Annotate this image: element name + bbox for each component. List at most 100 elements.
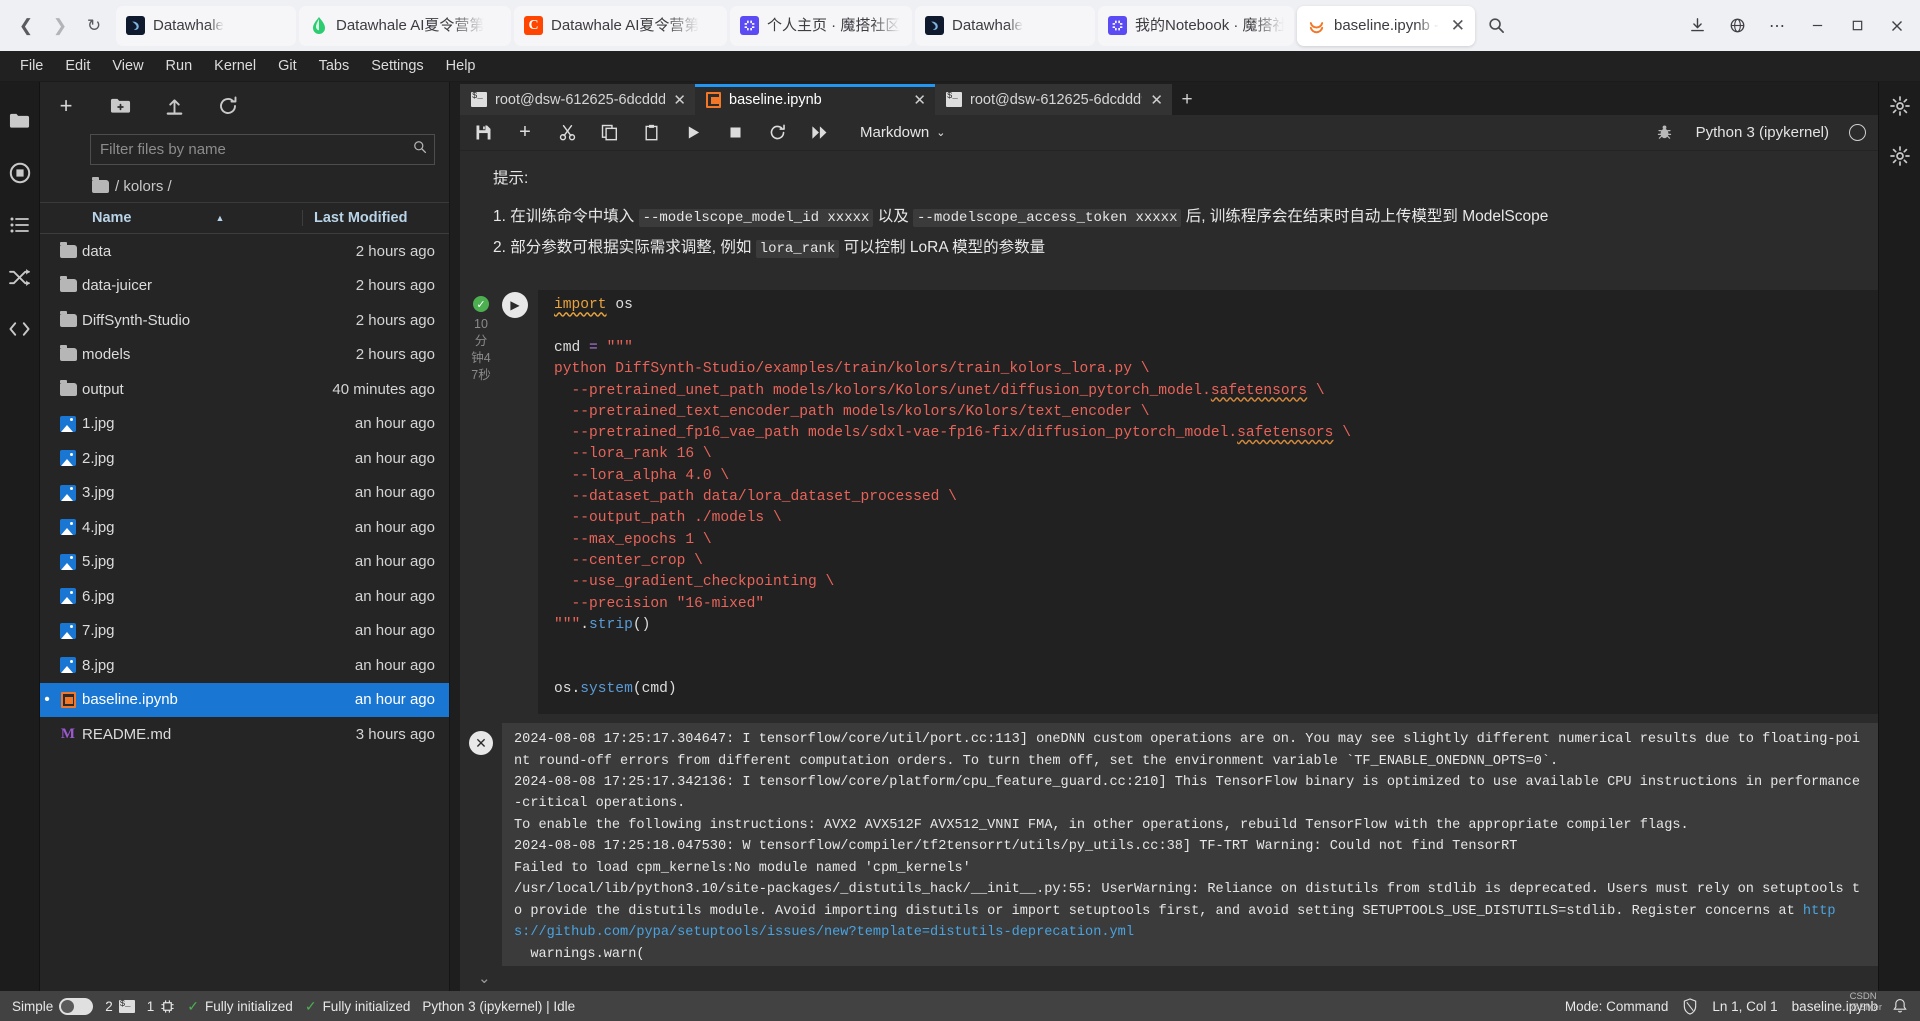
- menu-kernel[interactable]: Kernel: [204, 54, 266, 78]
- globe-icon[interactable]: [1718, 7, 1756, 45]
- file-row-data[interactable]: data 2 hours ago: [40, 234, 449, 269]
- file-row-models[interactable]: models 2 hours ago: [40, 338, 449, 373]
- dock-tab-terminal-2[interactable]: root@dsw-612625-6dcddd9l ✕: [935, 84, 1172, 115]
- file-browser-toolbar: +: [40, 82, 449, 130]
- code-cell[interactable]: ✓ 10 分 钟4 7秒 ▶ import os cmd = """ pytho…: [460, 290, 1878, 715]
- chevron-down-icon[interactable]: ⌄: [478, 969, 491, 987]
- close-tab-icon[interactable]: ✕: [1150, 91, 1163, 109]
- terminal-count[interactable]: 2: [105, 999, 135, 1014]
- browser-tab-2[interactable]: Datawhale AI夏令营第: [299, 5, 511, 46]
- code-editor[interactable]: import os cmd = """ python DiffSynth-Stu…: [538, 290, 1878, 715]
- markdown-cell[interactable]: 提示: 在训练命令中填入 --modelscope_model_id xxxxx…: [460, 151, 1878, 277]
- toggle-switch-icon[interactable]: [59, 997, 94, 1015]
- menu-file[interactable]: File: [10, 54, 53, 78]
- menu-help[interactable]: Help: [436, 54, 486, 78]
- run-this-cell-button[interactable]: ▶: [502, 292, 528, 319]
- maximize-icon[interactable]: [1838, 7, 1876, 45]
- property-inspector-icon[interactable]: [1886, 92, 1914, 120]
- close-tab-icon[interactable]: ✕: [673, 91, 686, 109]
- simple-mode-toggle[interactable]: Simple: [12, 997, 94, 1015]
- ellipsis-icon[interactable]: ⋯: [1758, 7, 1796, 45]
- restart-and-run-all-button[interactable]: [808, 122, 830, 144]
- back-icon[interactable]: ❮: [10, 10, 42, 42]
- folder-icon: [59, 241, 77, 258]
- file-row-8jpg[interactable]: 8.jpg an hour ago: [40, 648, 449, 683]
- copy-cell-button[interactable]: [598, 122, 620, 144]
- file-row-5jpg[interactable]: 5.jpg an hour ago: [40, 545, 449, 580]
- interrupt-kernel-button[interactable]: [724, 122, 746, 144]
- code-snippets-icon[interactable]: [5, 314, 35, 344]
- restart-kernel-button[interactable]: [766, 122, 788, 144]
- close-icon[interactable]: [1878, 7, 1916, 45]
- git-status-1[interactable]: ✓ Fully initialized: [187, 998, 293, 1015]
- file-row-7jpg[interactable]: 7.jpg an hour ago: [40, 614, 449, 649]
- reload-icon[interactable]: ↻: [78, 10, 110, 42]
- extension-manager-icon[interactable]: [5, 262, 35, 292]
- dock-tab-baseline-ipynb[interactable]: baseline.ipynb ✕: [695, 84, 935, 115]
- bell-icon[interactable]: CSDN @EMer: [1850, 991, 1908, 1015]
- output-error-icon[interactable]: ✕: [469, 731, 493, 756]
- output-line-3: To enable the following instructions: AV…: [514, 817, 1689, 833]
- cell-type-select[interactable]: Markdown ⌄: [860, 124, 945, 141]
- kernel-status-idle-icon[interactable]: [1849, 124, 1866, 141]
- menu-edit[interactable]: Edit: [55, 54, 100, 78]
- new-launcher-button[interactable]: +: [54, 93, 78, 118]
- upload-files-button[interactable]: [162, 94, 186, 118]
- browser-tab-6[interactable]: 我的Notebook · 魔搭社: [1098, 5, 1294, 46]
- new-folder-button[interactable]: [108, 94, 132, 118]
- output-line-1: 2024-08-08 17:25:17.304647: I tensorflow…: [514, 732, 1861, 769]
- kernel-count[interactable]: 1: [147, 999, 176, 1014]
- paste-cell-button[interactable]: [640, 122, 662, 144]
- dock-tab-terminal-1[interactable]: root@dsw-612625-6dcddd9l ✕: [460, 84, 695, 115]
- breadcrumb[interactable]: / kolors /: [40, 173, 449, 203]
- search-icon[interactable]: [1478, 8, 1514, 44]
- close-tab-icon[interactable]: ✕: [913, 91, 926, 109]
- output-line-4: 2024-08-08 17:25:18.047530: W tensorflow…: [514, 839, 1518, 855]
- editor-mode-label: Mode: Command: [1564, 998, 1669, 1014]
- browser-tab-1[interactable]: Datawhale: [116, 5, 296, 46]
- new-tab-button[interactable]: +: [1172, 84, 1202, 115]
- forward-icon[interactable]: ❯: [44, 10, 76, 42]
- browser-tab-7-active[interactable]: baseline.ipynb - Ju ✕: [1297, 5, 1475, 46]
- run-cell-button[interactable]: [682, 122, 704, 144]
- kernel-name-label[interactable]: Python 3 (ipykernel): [1696, 124, 1829, 141]
- browser-tab-3[interactable]: C Datawhale AI夏令营第: [514, 5, 727, 46]
- file-row-2jpg[interactable]: 2.jpg an hour ago: [40, 441, 449, 476]
- close-tab-icon[interactable]: ✕: [1451, 16, 1465, 36]
- file-row-baseline-ipynb[interactable]: • baseline.ipynb an hour ago: [40, 682, 449, 717]
- file-row-diffsynth-studio[interactable]: DiffSynth-Studio 2 hours ago: [40, 303, 449, 338]
- file-row-output[interactable]: output 40 minutes ago: [40, 372, 449, 407]
- git-status-2[interactable]: ✓ Fully initialized: [305, 998, 411, 1015]
- table-of-contents-icon[interactable]: [5, 210, 35, 240]
- file-browser-icon[interactable]: [5, 106, 35, 136]
- notebook-scroll-container[interactable]: 提示: 在训练命令中填入 --modelscope_model_id xxxxx…: [460, 151, 1878, 991]
- browser-tab-5[interactable]: Datawhale: [915, 5, 1095, 46]
- file-row-6jpg[interactable]: 6.jpg an hour ago: [40, 579, 449, 614]
- shield-icon[interactable]: [1682, 997, 1698, 1015]
- menu-git[interactable]: Git: [268, 54, 307, 78]
- column-header-last-modified[interactable]: Last Modified: [302, 210, 449, 226]
- cut-cell-button[interactable]: [556, 122, 578, 144]
- file-row-3jpg[interactable]: 3.jpg an hour ago: [40, 476, 449, 511]
- file-row-readme-md[interactable]: M README.md 3 hours ago: [40, 717, 449, 752]
- refresh-file-list-button[interactable]: [216, 94, 240, 118]
- menu-settings[interactable]: Settings: [361, 54, 433, 78]
- filter-files-input[interactable]: [90, 134, 435, 165]
- bug-icon[interactable]: [1654, 122, 1676, 144]
- minimize-icon[interactable]: [1798, 7, 1836, 45]
- browser-tab-4[interactable]: 个人主页 · 魔搭社区: [730, 5, 912, 46]
- file-row-4jpg[interactable]: 4.jpg an hour ago: [40, 510, 449, 545]
- file-row-1jpg[interactable]: 1.jpg an hour ago: [40, 407, 449, 442]
- file-row-data-juicer[interactable]: data-juicer 2 hours ago: [40, 269, 449, 304]
- column-header-name[interactable]: Name ▲: [40, 210, 302, 226]
- debugger-panel-icon[interactable]: [1886, 142, 1914, 170]
- menu-tabs[interactable]: Tabs: [309, 54, 360, 78]
- menu-view[interactable]: View: [102, 54, 153, 78]
- insert-cell-button[interactable]: +: [514, 121, 536, 144]
- menu-run[interactable]: Run: [156, 54, 203, 78]
- running-terminals-icon[interactable]: [5, 158, 35, 188]
- kernel-status-info[interactable]: Python 3 (ipykernel) | Idle: [422, 999, 575, 1014]
- save-button[interactable]: [472, 122, 494, 144]
- cursor-position[interactable]: Ln 1, Col 1: [1712, 999, 1777, 1014]
- download-icon[interactable]: [1678, 7, 1716, 45]
